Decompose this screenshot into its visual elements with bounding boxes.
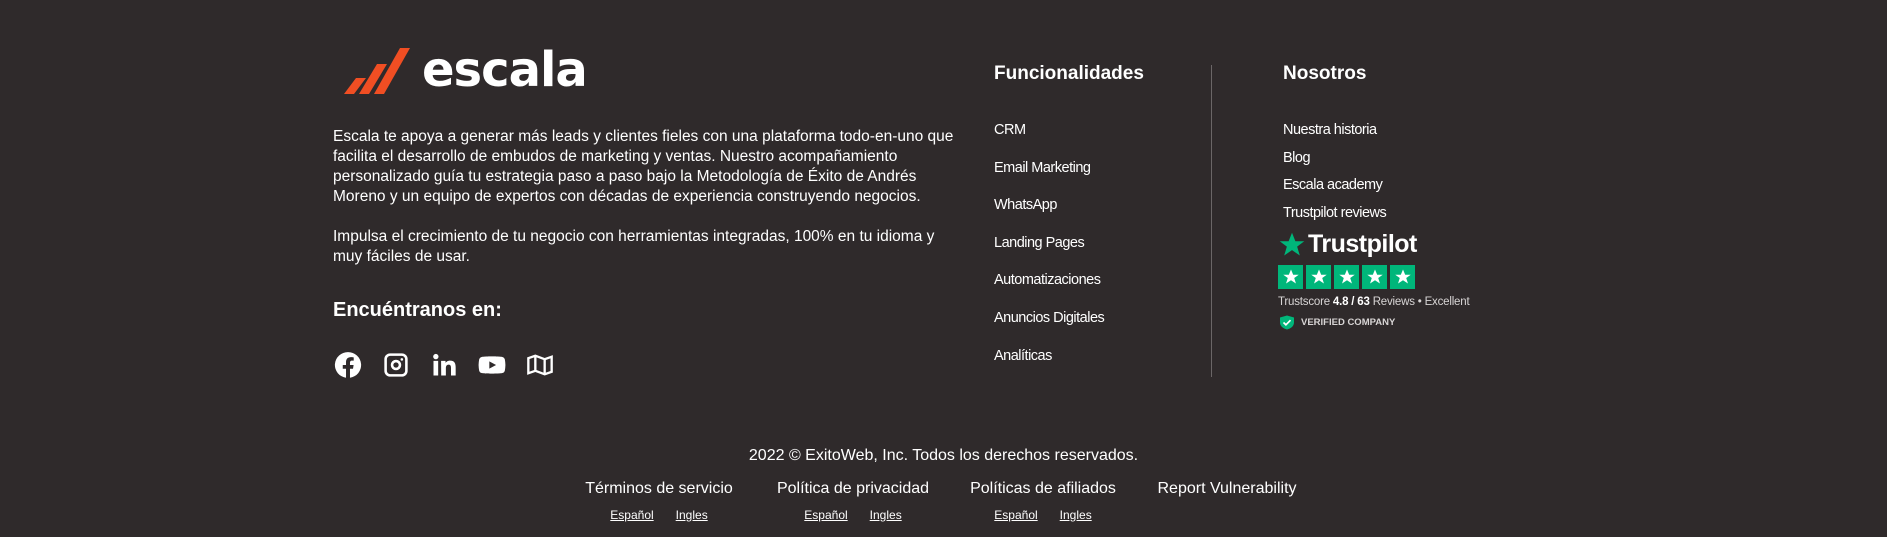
escala-logo[interactable]: escala [340,42,588,98]
trustscore-separator: / [1351,296,1355,308]
affiliates-spanish-link[interactable]: Español [994,508,1037,522]
nos-link-escala-academy[interactable]: Escala academy [1283,177,1386,205]
verified-company-badge: VERIFIED COMPANY [1279,315,1395,330]
legal-privacy: Política de privacidad Español Ingles [767,480,939,522]
escala-logo-mark-icon [344,48,410,94]
nos-link-nuestra-historia[interactable]: Nuestra historia [1283,122,1386,150]
brand-tagline: Impulsa el crecimiento de tu negocio con… [333,228,935,265]
reviews-label: Reviews [1372,296,1415,308]
func-link-landing-pages[interactable]: Landing Pages [994,235,1104,273]
instagram-icon[interactable] [381,350,411,380]
star-icon [1306,265,1331,289]
affiliates-english-link[interactable]: Ingles [1060,508,1092,522]
map-icon[interactable] [525,350,555,380]
legal-terms: Términos de servicio Español Ingles [577,480,741,522]
trustpilot-logo[interactable]: Trustpilot [1278,230,1417,259]
brand-name: escala [422,42,588,98]
privacy-spanish-link[interactable]: Español [804,508,847,522]
func-link-automatizaciones[interactable]: Automatizaciones [994,272,1104,310]
youtube-icon[interactable] [477,350,507,380]
facebook-icon[interactable] [333,350,363,380]
rating-word: Excellent [1424,296,1470,308]
brand-description: Escala te apoya a generar más leads y cl… [333,128,954,205]
social-links [333,350,555,380]
trustpilot-score: Trustscore 4.8 / 63 Reviews • Excellent [1278,296,1470,308]
terms-link[interactable]: Términos de servicio [577,480,741,498]
terms-spanish-link[interactable]: Español [610,508,653,522]
copyright-text: 2022 © ExitoWeb, Inc. Todos los derechos… [748,447,1139,464]
verified-shield-check-icon [1280,315,1294,330]
legal-vulnerability: Report Vulnerability [1147,480,1307,498]
privacy-english-link[interactable]: Ingles [870,508,902,522]
star-icon [1278,265,1303,289]
terms-english-link[interactable]: Ingles [676,508,708,522]
reviews-count: 63 [1357,296,1370,308]
func-link-email-marketing[interactable]: Email Marketing [994,160,1104,198]
nos-link-trustpilot-reviews[interactable]: Trustpilot reviews [1283,205,1387,233]
column-divider [1211,65,1212,377]
bullet-separator: • [1417,296,1422,308]
linkedin-icon[interactable] [429,350,459,380]
trustpilot-rating-stars [1278,265,1415,289]
verified-company-label: VERIFIED COMPANY [1301,317,1396,328]
func-link-anuncios-digitales[interactable]: Anuncios Digitales [994,310,1105,348]
nos-link-blog[interactable]: Blog [1283,150,1386,178]
func-link-crm[interactable]: CRM [994,122,1104,160]
trustpilot-wordmark: Trustpilot [1308,230,1417,258]
func-link-analiticas[interactable]: Analíticas [994,348,1104,386]
report-vulnerability-link[interactable]: Report Vulnerability [1147,480,1307,498]
nosotros-title: Nosotros [1283,63,1367,84]
star-icon [1334,265,1359,289]
funcionalidades-list: CRM Email Marketing WhatsApp Landing Pag… [994,122,1105,386]
legal-affiliates: Políticas de afiliados Español Ingles [957,480,1129,522]
affiliates-link[interactable]: Políticas de afiliados [957,480,1129,498]
trustpilot-star-icon [1279,232,1305,255]
func-link-whatsapp[interactable]: WhatsApp [994,197,1104,235]
star-icon [1390,265,1415,289]
funcionalidades-title: Funcionalidades [994,63,1144,84]
star-icon [1362,265,1387,289]
trustscore-value: 4.8 [1332,296,1349,308]
social-title: Encuéntranos en: [333,299,502,321]
trustscore-label: Trustscore [1278,296,1330,308]
nosotros-list: Nuestra historia Blog Escala academy Tru… [1283,122,1387,233]
privacy-link[interactable]: Política de privacidad [767,480,939,498]
